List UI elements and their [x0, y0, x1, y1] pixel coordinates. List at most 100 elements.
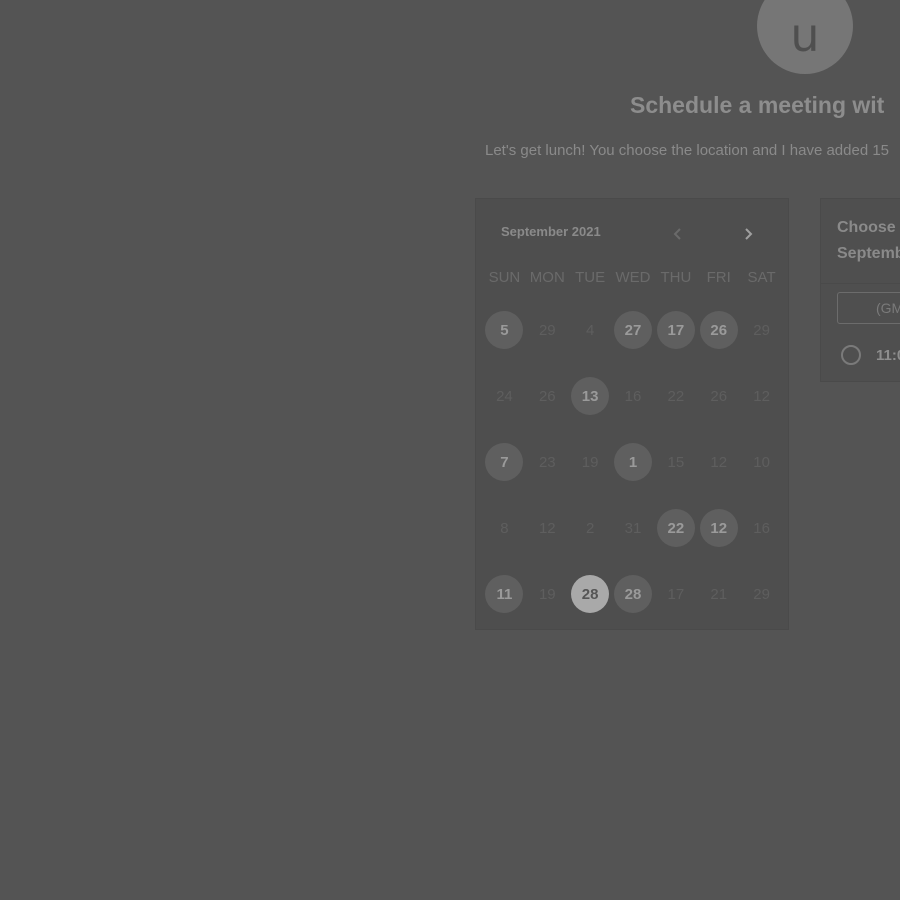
calendar-day-unavailable: 26 — [526, 375, 569, 441]
weekday-label: SAT — [747, 269, 776, 286]
calendar-day-unavailable: 8 — [483, 507, 526, 573]
calendar-day-number: 12 — [699, 509, 738, 547]
weekday-label: THU — [660, 269, 692, 286]
calendar-week-row: 5 29 4 27 17 26 29 — [483, 309, 783, 375]
calendar-day-number: 31 — [624, 519, 642, 537]
calendar-day-available[interactable]: 22 — [654, 507, 697, 573]
time-slot-label: 11:0 — [876, 346, 900, 364]
calendar-day-number: 29 — [538, 321, 556, 339]
calendar-day-number: 27 — [614, 311, 652, 349]
date-picker-calendar: September 2021 SUN MON TUE WED THU FRI S… — [475, 198, 789, 630]
calendar-day-available[interactable]: 1 — [612, 441, 655, 507]
calendar-day-unavailable: 24 — [483, 375, 526, 441]
calendar-day-unavailable: 12 — [740, 375, 783, 441]
calendar-day-number: 10 — [753, 453, 770, 471]
calendar-day-number: 26 — [538, 387, 556, 405]
calendar-day-unavailable: 29 — [740, 573, 783, 639]
calendar-day-number: 17 — [656, 311, 695, 349]
calendar-day-available[interactable]: 11 — [483, 573, 526, 639]
calendar-day-number: 28 — [614, 575, 652, 613]
calendar-day-unavailable: 26 — [697, 375, 740, 441]
next-month-button[interactable] — [737, 223, 759, 245]
previous-month-button[interactable] — [667, 223, 689, 245]
calendar-day-number: 16 — [753, 519, 770, 537]
calendar-day-number: 5 — [485, 311, 524, 349]
calendar-day-number: 24 — [496, 387, 513, 405]
calendar-day-available[interactable]: 26 — [697, 309, 740, 375]
calendar-day-grid: 5 29 4 27 17 26 29 24 26 13 16 22 26 12 7 23 19 1 15 12 10 8 1… — [483, 309, 783, 639]
calendar-day-number: 22 — [667, 387, 685, 405]
calendar-day-number: 16 — [624, 387, 642, 405]
calendar-week-row: 24 26 13 16 22 26 12 — [483, 375, 783, 441]
calendar-day-available[interactable]: 28 — [612, 573, 655, 639]
weekday-label: SUN — [488, 269, 521, 286]
calendar-day-number: 12 — [710, 453, 728, 471]
calendar-day-number: 2 — [585, 519, 595, 537]
calendar-day-unavailable: 19 — [526, 573, 569, 639]
calendar-day-available[interactable]: 5 — [483, 309, 526, 375]
calendar-day-number: 26 — [710, 387, 728, 405]
calendar-day-number: 11 — [485, 575, 524, 613]
time-panel-date: Septemb — [837, 245, 900, 262]
calendar-day-number: 21 — [710, 585, 728, 603]
calendar-day-number: 28 — [571, 575, 610, 613]
chevron-right-icon — [745, 228, 753, 240]
page-subtitle: Let's get lunch! You choose the location… — [485, 142, 890, 159]
calendar-day-available[interactable]: 12 — [697, 507, 740, 573]
calendar-day-unavailable: 31 — [612, 507, 655, 573]
timezone-select[interactable]: (GM — [837, 292, 900, 324]
calendar-day-number: 12 — [538, 519, 556, 537]
calendar-day-available[interactable]: 27 — [612, 309, 655, 375]
calendar-day-number: 29 — [753, 321, 770, 339]
weekday-label: MON — [529, 269, 565, 286]
weekday-header: SUN MON TUE WED THU FRI SAT — [483, 269, 783, 286]
calendar-day-unavailable: 12 — [697, 441, 740, 507]
calendar-day-unavailable: 16 — [612, 375, 655, 441]
time-panel-heading: Choose a — [837, 219, 900, 236]
calendar-day-number: 1 — [614, 443, 652, 481]
calendar-day-unavailable: 22 — [654, 375, 697, 441]
calendar-day-number: 12 — [753, 387, 770, 405]
calendar-day-unavailable: 19 — [569, 441, 612, 507]
radio-button[interactable] — [841, 345, 861, 365]
calendar-day-selected[interactable]: 28 — [569, 573, 612, 639]
calendar-day-number: 8 — [500, 519, 509, 537]
calendar-week-row: 11 19 28 28 17 21 29 — [483, 573, 783, 639]
calendar-day-number: 29 — [753, 585, 770, 603]
calendar-day-available[interactable]: 7 — [483, 441, 526, 507]
weekday-label: WED — [615, 269, 651, 286]
calendar-month-label: September 2021 — [501, 224, 601, 239]
calendar-day-unavailable: 10 — [740, 441, 783, 507]
calendar-day-unavailable: 29 — [526, 309, 569, 375]
scheduling-page: u Schedule a meeting wit Let's get lunch… — [0, 0, 900, 900]
avatar-initial: u — [790, 8, 820, 62]
calendar-day-number: 17 — [667, 585, 685, 603]
calendar-day-unavailable: 15 — [654, 441, 697, 507]
calendar-day-number: 23 — [538, 453, 556, 471]
calendar-day-number: 19 — [581, 453, 599, 471]
calendar-day-number: 7 — [485, 443, 524, 481]
calendar-day-unavailable: 4 — [569, 309, 612, 375]
time-slot-option[interactable]: 11:0 — [841, 345, 900, 365]
calendar-day-unavailable: 23 — [526, 441, 569, 507]
calendar-day-number: 13 — [571, 377, 610, 415]
calendar-day-number: 19 — [538, 585, 556, 603]
calendar-day-available[interactable]: 17 — [654, 309, 697, 375]
chevron-left-icon — [673, 228, 681, 240]
weekday-label: TUE — [575, 269, 606, 286]
calendar-day-number: 26 — [699, 311, 738, 349]
time-panel-header: Choose a Septemb — [821, 199, 900, 284]
calendar-week-row: 7 23 19 1 15 12 10 — [483, 441, 783, 507]
page-title: Schedule a meeting wit — [630, 92, 885, 118]
calendar-day-available[interactable]: 13 — [569, 375, 612, 441]
calendar-day-unavailable: 21 — [697, 573, 740, 639]
calendar-day-unavailable: 2 — [569, 507, 612, 573]
calendar-day-number: 4 — [585, 321, 595, 339]
calendar-day-number: 15 — [667, 453, 685, 471]
calendar-day-number: 22 — [656, 509, 695, 547]
calendar-week-row: 8 12 2 31 22 12 16 — [483, 507, 783, 573]
calendar-day-unavailable: 12 — [526, 507, 569, 573]
weekday-label: FRI — [706, 269, 731, 286]
calendar-day-unavailable: 16 — [740, 507, 783, 573]
calendar-day-unavailable: 29 — [740, 309, 783, 375]
